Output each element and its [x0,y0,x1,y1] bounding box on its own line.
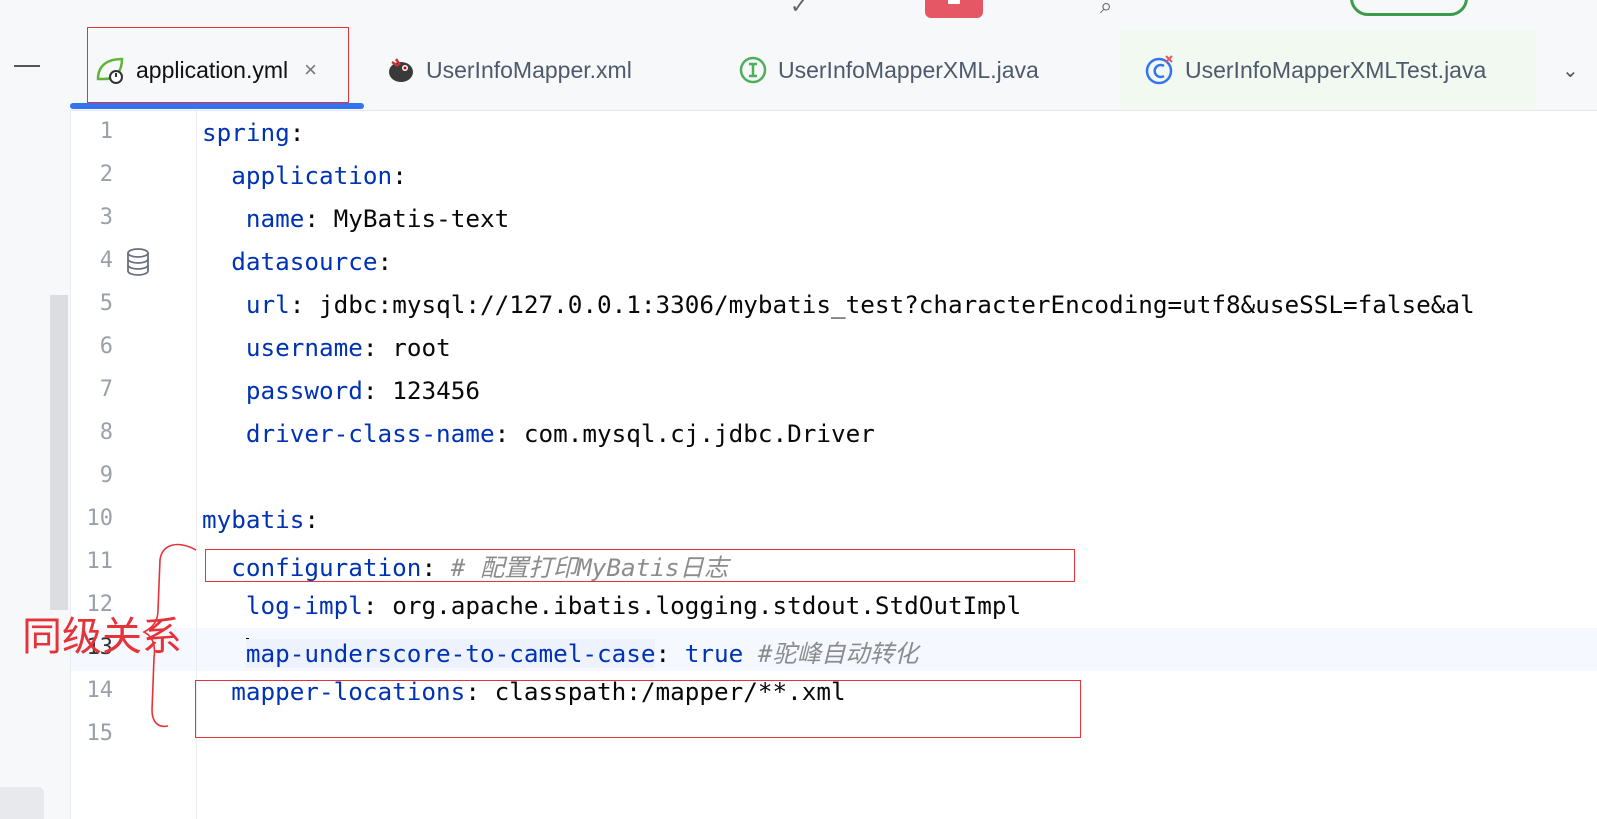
code-line: 2 application: [71,155,1597,198]
highlight-box-tab [87,27,349,103]
current-code-line: 13 map-underscore-to-camel-case: true #驼… [71,628,1597,671]
line-number: 3 [99,205,113,230]
tab-label: UserInfoMapperXML.java [778,56,1039,83]
line-number: 10 [86,506,114,531]
yaml-comment: #驼峰自动转化 [743,639,919,668]
code-line: 3 name: MyBatis-text [71,198,1597,241]
interface-icon [736,53,770,87]
yaml-key: url [245,290,290,319]
yaml-key: application [231,161,393,190]
test-class-icon [1143,53,1177,87]
yaml-value: root [377,333,451,362]
code-line: 9 [71,456,1597,499]
yaml-key: driver-class-name [245,419,495,448]
line-number: 1 [99,119,113,144]
yaml-key: spring [202,118,290,147]
annotation-label: 同级关系 [22,614,182,660]
code-line: 6 username: root [71,327,1597,370]
highlight-box-mapper-locations [195,680,1081,738]
line-number: 5 [99,291,113,316]
yaml-key: datasource [231,247,378,276]
mybatis-bird-icon [384,53,418,87]
code-line: 4 datasource: [71,241,1597,284]
collapse-icon[interactable] [14,65,40,67]
code-line: 7 password: 123456 [71,370,1597,413]
active-tab-indicator [70,103,364,109]
line-number: 9 [99,463,113,488]
code-line: 1 spring: [71,112,1597,155]
yaml-key: log-impl [245,591,363,620]
yaml-key: username [245,333,363,362]
code-line: 12 log-impl: org.apache.ibatis.logging.s… [71,585,1597,628]
code-line: 8 driver-class-name: com.mysql.cj.jdbc.D… [71,413,1597,456]
line-number: 14 [86,678,114,703]
stop-button[interactable] [925,0,983,18]
yaml-value: org.apache.ibatis.logging.stdout.StdOutI… [377,591,1022,620]
side-scrollbar[interactable] [50,295,68,610]
line-number: 4 [99,248,113,273]
chevron-down-icon[interactable]: ⌄ [1562,58,1579,82]
yaml-value: com.mysql.cj.jdbc.Driver [509,419,875,448]
tab-label: UserInfoMapperXMLTest.java [1185,56,1487,83]
line-number: 7 [99,377,113,402]
code-line: 10 mybatis: [71,499,1597,542]
yaml-key: name [245,204,305,233]
side-panel-tab[interactable] [0,787,44,819]
tab-userinfomapper-xml[interactable]: UserInfoMapper.xml [384,30,632,110]
yaml-key: password [245,376,363,405]
yaml-value: 123456 [377,376,480,405]
line-number: 11 [86,549,114,574]
line-number: 6 [99,334,113,359]
tab-label: UserInfoMapper.xml [426,56,632,83]
yaml-key: mybatis [202,505,305,534]
search-icon[interactable]: ⌕ [1100,0,1112,19]
yaml-value: MyBatis-text [319,204,510,233]
status-pill[interactable] [1350,0,1468,16]
line-number: 2 [99,162,113,187]
yaml-value: jdbc:mysql://127.0.0.1:3306/mybatis_test… [304,290,1475,319]
run-icon[interactable]: ✓ [790,0,808,19]
yaml-key: map-underscore-to-camel-case [245,639,656,668]
database-icon[interactable] [126,248,150,276]
title-bar: ✓ ⌕ [0,0,1597,30]
code-line: 5 url: jdbc:mysql://127.0.0.1:3306/mybat… [71,284,1597,327]
tab-userinfomapperxmltest-java[interactable]: UserInfoMapperXMLTest.java [1143,30,1486,110]
highlight-box-configuration [205,549,1075,582]
line-number: 8 [99,420,113,445]
tool-window-strip [0,110,71,819]
line-number: 15 [86,721,114,746]
tab-userinfomapperxml-java[interactable]: UserInfoMapperXML.java [736,30,1039,110]
yaml-bool: true [684,639,744,668]
